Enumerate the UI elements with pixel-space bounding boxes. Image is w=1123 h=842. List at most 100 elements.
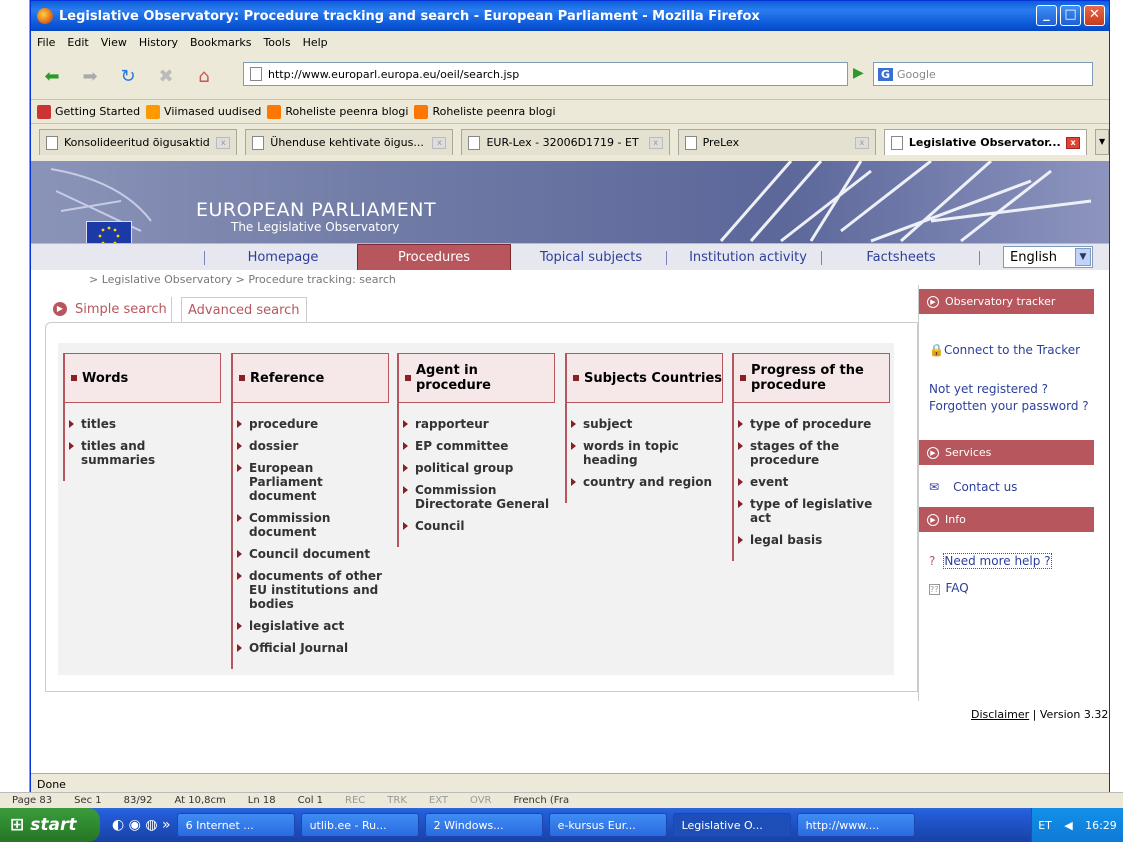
link-ep-committee[interactable]: EP committee <box>403 439 555 453</box>
tab-prelex[interactable]: PreLex x <box>677 129 876 155</box>
nav-factsheets[interactable]: Factsheets <box>861 244 941 270</box>
menu-edit[interactable]: Edit <box>67 36 88 49</box>
quick-launch[interactable]: ◐ ◉ ◍ » <box>112 817 171 833</box>
bookmarks-toolbar: Getting Started Viimased uudised Rohelis… <box>31 99 1109 123</box>
link-type-of-legislative-act[interactable]: type of legislative act <box>738 497 890 525</box>
main-nav: Homepage Procedures Topical subjects Ins… <box>31 243 1109 270</box>
tab-legislative-observatory[interactable]: Legislative Observator... x <box>883 129 1088 155</box>
nav-procedures[interactable]: Procedures <box>357 244 511 270</box>
url-bar[interactable]: http://www.europarl.europa.eu/oeil/searc… <box>243 62 848 86</box>
taskbar-item-ekursus[interactable]: e-kursus Eur... <box>548 813 667 837</box>
link-subject[interactable]: subject <box>571 417 723 431</box>
page-icon <box>890 135 903 150</box>
link-words-in-topic-heading[interactable]: words in topic heading <box>571 439 723 467</box>
close-tab-icon[interactable]: x <box>648 136 663 149</box>
tab-simple-search[interactable]: Simple search <box>75 297 172 322</box>
menu-view[interactable]: View <box>101 36 127 49</box>
link-council[interactable]: Council <box>403 519 555 533</box>
arrow-icon <box>237 514 242 522</box>
link-commission-document[interactable]: Commission document <box>237 511 389 539</box>
link-legal-basis[interactable]: legal basis <box>738 533 890 547</box>
bookmark-getting-started[interactable]: Getting Started <box>37 104 140 119</box>
link-rapporteur[interactable]: rapporteur <box>403 417 555 431</box>
arrow-icon <box>237 550 242 558</box>
contact-link[interactable]: ✉ Contact us <box>929 480 1017 494</box>
google-icon: G <box>878 67 894 81</box>
page-icon <box>468 135 481 150</box>
menu-bookmarks[interactable]: Bookmarks <box>190 36 251 49</box>
tray-arrow-icon[interactable]: ◀ <box>1064 819 1072 832</box>
link-stages-of-procedure[interactable]: stages of the procedure <box>738 439 890 467</box>
close-tab-icon[interactable]: x <box>216 136 231 149</box>
word-ext: EXT <box>428 795 448 806</box>
not-registered-link[interactable]: Not yet registered ? <box>929 382 1048 396</box>
link-other-institutions[interactable]: documents of other EU institutions and b… <box>237 569 389 611</box>
close-tab-icon[interactable]: x <box>1066 136 1081 149</box>
taskbar-item-internet[interactable]: 6 Internet ... <box>176 813 295 837</box>
taskbar-item-legislative[interactable]: Legislative O... <box>672 813 791 837</box>
menu-history[interactable]: History <box>139 36 178 49</box>
arrow-icon <box>403 464 408 472</box>
arrow-icon <box>403 442 408 450</box>
taskbar-item-http[interactable]: http://www.... <box>796 813 915 837</box>
link-country-and-region[interactable]: country and region <box>571 475 723 489</box>
menu-file[interactable]: File <box>37 36 55 49</box>
disclaimer-link[interactable]: Disclaimer <box>971 708 1029 721</box>
link-ep-document[interactable]: European Parliament document <box>237 461 389 503</box>
close-tab-icon[interactable]: x <box>854 136 869 149</box>
start-button[interactable]: ⊞ start <box>0 808 100 842</box>
link-procedure[interactable]: procedure <box>237 417 389 431</box>
faq-link[interactable]: ?? FAQ <box>929 581 969 595</box>
taskbar-item-windows[interactable]: 2 Windows... <box>424 813 543 837</box>
menu-help[interactable]: Help <box>303 36 328 49</box>
reload-icon[interactable]: ↻ <box>113 61 143 91</box>
connect-tracker-link[interactable]: 🔒Connect to the Tracker <box>929 343 1080 357</box>
link-commission-dg[interactable]: Commission Directorate General <box>403 483 555 511</box>
nav-topical-subjects[interactable]: Topical subjects <box>533 244 649 270</box>
link-legislative-act[interactable]: legislative act <box>237 619 389 633</box>
banner-graphic <box>50 161 1092 243</box>
link-event[interactable]: event <box>738 475 890 489</box>
go-icon[interactable]: ▶ <box>853 65 864 81</box>
stop-icon[interactable]: ✖ <box>151 61 181 91</box>
word-page: Page 83 <box>12 795 53 806</box>
tab-konsolideeritud[interactable]: Konsolideeritud õigusaktid x <box>39 129 238 155</box>
link-titles-and-summaries[interactable]: titles and summaries <box>69 439 221 467</box>
back-icon[interactable]: ⬅ <box>37 61 67 91</box>
language-select[interactable]: English ▼ <box>1003 246 1093 268</box>
forgotten-password-link[interactable]: Forgotten your password ? <box>929 399 1089 413</box>
tab-advanced-search[interactable]: Advanced search <box>181 297 307 322</box>
help-link[interactable]: ? Need more help ? <box>929 553 1052 569</box>
close-button[interactable]: ✕ <box>1084 5 1105 26</box>
page-icon <box>46 135 58 150</box>
bookmark-viimased-uudised[interactable]: Viimased uudised <box>146 104 261 119</box>
link-type-of-procedure[interactable]: type of procedure <box>738 417 890 431</box>
link-titles[interactable]: titles <box>69 417 221 431</box>
page-viewport: EUROPEAN PARLIAMENT The Legislative Obse… <box>31 161 1109 773</box>
home-icon[interactable]: ⌂ <box>189 61 219 91</box>
column-header: Words <box>63 353 221 403</box>
bookmark-roheliste-2[interactable]: Roheliste peenra blogi <box>414 104 556 119</box>
tab-uhenduse[interactable]: Ühenduse kehtivate õigus... x <box>245 129 454 155</box>
minimize-button[interactable]: _ <box>1036 5 1057 26</box>
language-indicator[interactable]: ET <box>1038 819 1052 832</box>
link-dossier[interactable]: dossier <box>237 439 389 453</box>
word-language: French (Fra <box>513 795 570 806</box>
forward-icon[interactable]: ➡ <box>75 61 105 91</box>
nav-homepage[interactable]: Homepage <box>243 244 323 270</box>
tab-list-icon[interactable]: ▼ <box>1095 129 1109 155</box>
maximize-button[interactable]: □ <box>1060 5 1081 26</box>
search-input[interactable]: G Google <box>873 62 1093 86</box>
column-words: Words titles titles and summaries <box>63 353 221 481</box>
nav-separator <box>666 251 667 265</box>
bookmark-roheliste-1[interactable]: Roheliste peenra blogi <box>267 104 408 119</box>
tab-eurlex[interactable]: EUR-Lex - 32006D1719 - ET x <box>461 129 670 155</box>
menu-tools[interactable]: Tools <box>263 36 290 49</box>
link-council-document[interactable]: Council document <box>237 547 389 561</box>
bullet-icon <box>239 375 245 381</box>
link-official-journal[interactable]: Official Journal <box>237 641 389 655</box>
nav-institution-activity[interactable]: Institution activity <box>683 244 813 270</box>
link-political-group[interactable]: political group <box>403 461 555 475</box>
close-tab-icon[interactable]: x <box>432 136 447 149</box>
taskbar-item-utlib[interactable]: utlib.ee - Ru... <box>300 813 419 837</box>
